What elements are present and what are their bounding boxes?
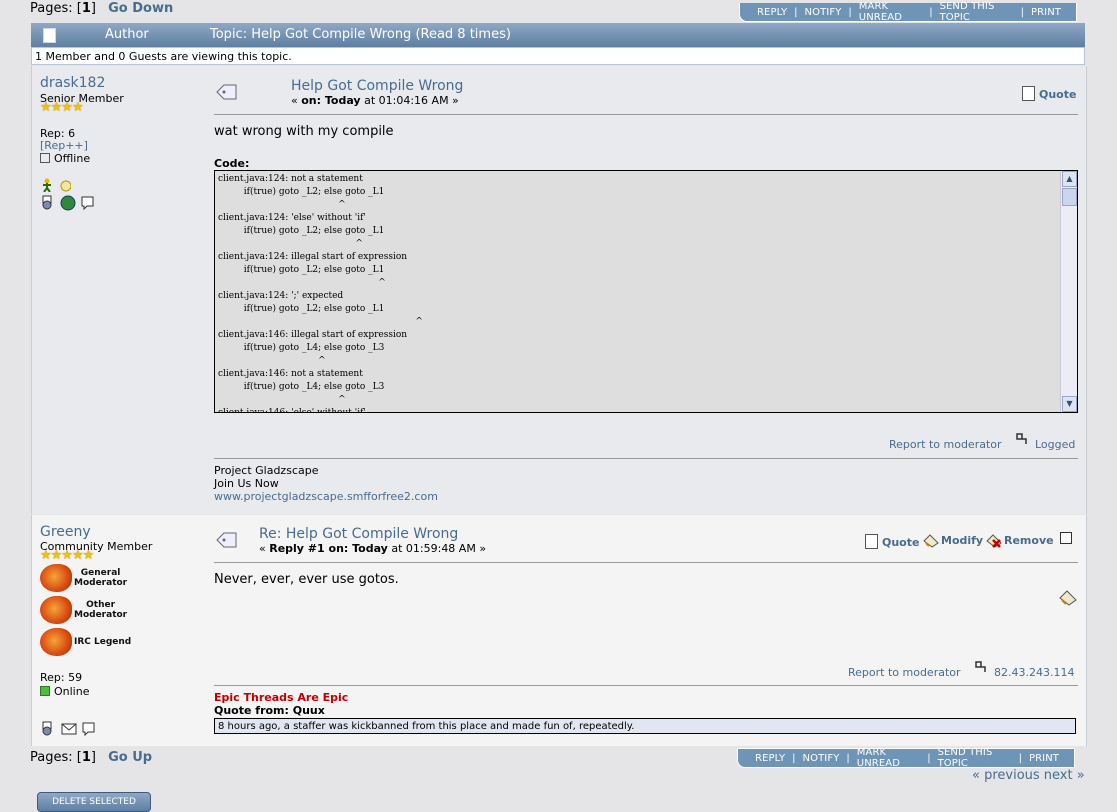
post-icon: [216, 84, 237, 100]
signature-line-1: Project Gladzscape: [214, 464, 319, 477]
quote-button[interactable]: Quote: [1022, 86, 1076, 101]
code-scrollbar[interactable]: ▲ ▼: [1060, 171, 1077, 412]
modified-icon: [1059, 590, 1077, 606]
online-status: Offline: [40, 152, 90, 165]
gender-male-icon: [43, 178, 71, 192]
ip-icon: [1016, 433, 1027, 444]
post-author-name[interactable]: drask182: [40, 75, 105, 91]
post-author-name[interactable]: Greeny: [40, 524, 91, 540]
post-title[interactable]: Help Got Compile Wrong: [291, 78, 463, 94]
quote-icon: [1022, 86, 1035, 101]
report-to-moderator-link[interactable]: Report to moderator: [889, 438, 1002, 451]
pages-close: ]: [90, 1, 96, 16]
signature-link[interactable]: www.projectgladzscape.smfforfree2.com: [214, 490, 438, 503]
post-icon: [216, 532, 237, 548]
reputation: Rep: 59: [40, 671, 83, 684]
signature-line-2: Join Us Now: [214, 477, 279, 490]
contact-icons[interactable]: [41, 195, 101, 211]
signature-quote-box: 8 hours ago, a staffer was kickbanned fr…: [214, 718, 1076, 734]
modify-icon: [923, 534, 939, 548]
print-button[interactable]: PRINT: [1022, 753, 1066, 764]
scroll-up-icon[interactable]: ▲: [1062, 171, 1077, 187]
badge-other-moderator: Other Moderator: [40, 596, 127, 624]
reply-button[interactable]: REPLY: [748, 753, 792, 764]
scroll-thumb[interactable]: [1062, 188, 1077, 206]
signature-divider: [214, 685, 1078, 686]
topic-buttons-top: REPLY | NOTIFY | MARK UNREAD | SEND THIS TO…: [739, 1, 1077, 23]
topic-title-header: Topic: Help Got Compile Wrong (Read 8 ti…: [210, 27, 511, 42]
notify-button[interactable]: NOTIFY: [796, 753, 847, 764]
current-page[interactable]: 1: [82, 750, 91, 765]
online-status: Online: [40, 685, 89, 698]
ip-icon: [975, 661, 986, 672]
signature-epic: Epic Threads Are Epic: [214, 691, 349, 704]
send-topic-button[interactable]: SEND THIS TOPIC: [931, 747, 1019, 769]
post-body: Never, ever, ever use gotos.: [214, 572, 399, 587]
rank-stars: ★★★★★: [40, 548, 94, 563]
post-title[interactable]: Re: Help Got Compile Wrong: [259, 526, 458, 542]
quote-icon: [865, 534, 878, 549]
pokemon-badge-icon: [40, 628, 72, 656]
signature-divider: [214, 458, 1078, 459]
pokemon-badge-icon: [40, 564, 72, 592]
badge-irc-legend: IRC Legend: [40, 628, 131, 656]
viewing-info: 1 Member and 0 Guests are viewing this t…: [31, 47, 1085, 65]
author-column-label: Author: [105, 27, 149, 42]
pages-label: Pages: [: [30, 1, 82, 16]
code-text: client.java:124: not a statement if(true…: [218, 174, 423, 413]
page-navigation-bottom: Pages: [1] Go Up: [30, 750, 152, 765]
online-icon: [40, 686, 50, 696]
current-page[interactable]: 1: [82, 1, 91, 16]
select-post-checkbox[interactable]: [1060, 532, 1072, 544]
divider: [214, 114, 1078, 115]
badge-general-moderator: General Moderator: [40, 564, 127, 592]
pages-label: Pages: [: [30, 750, 82, 765]
quote-button[interactable]: Quote: [865, 534, 919, 549]
topic-header-bar: Author Topic: Help Got Compile Wrong (Re…: [31, 23, 1085, 47]
offline-icon: [40, 153, 50, 163]
topic-doc-icon: [43, 28, 56, 43]
pokemon-badge-icon: [40, 596, 72, 624]
post-1: drask182 Senior Member ★★★★ Rep: 6 [Rep+…: [31, 66, 1087, 514]
previous-next-links[interactable]: « previous next »: [972, 768, 1085, 783]
contact-icons[interactable]: [41, 721, 101, 737]
remove-button[interactable]: Remove: [986, 534, 1054, 548]
ip-address: 82.43.243.114: [994, 666, 1075, 679]
logged-label: Logged: [1035, 438, 1076, 451]
rank-stars: ★★★★: [40, 100, 84, 115]
go-down-link[interactable]: Go Down: [108, 1, 173, 16]
print-button[interactable]: PRINT: [1024, 7, 1068, 18]
signature-quote-from: Quote from: Quux: [214, 704, 325, 717]
divider: [214, 562, 1078, 563]
topic-buttons-bottom: REPLY | NOTIFY | MARK UNREAD | SEND THIS TO…: [737, 747, 1075, 769]
post-meta: « Reply #1 on: Today at 01:59:48 AM »: [259, 542, 487, 555]
mark-unread-button[interactable]: MARK UNREAD: [850, 747, 927, 769]
scroll-down-icon[interactable]: ▼: [1062, 396, 1077, 412]
send-topic-button[interactable]: SEND THIS TOPIC: [933, 1, 1021, 23]
post-meta: « on: Today at 01:04:16 AM »: [291, 94, 459, 107]
notify-button[interactable]: NOTIFY: [798, 7, 849, 18]
remove-icon: [986, 534, 1002, 548]
post-body: wat wrong with my compile: [214, 124, 394, 139]
report-to-moderator-link[interactable]: Report to moderator: [848, 666, 961, 679]
pages-close: ]: [90, 750, 96, 765]
reply-button[interactable]: REPLY: [750, 7, 794, 18]
modify-button[interactable]: Modify: [923, 534, 983, 548]
code-label: Code:: [214, 157, 250, 170]
code-block[interactable]: client.java:124: not a statement if(true…: [214, 170, 1078, 413]
go-up-link[interactable]: Go Up: [108, 750, 152, 765]
delete-selected-button[interactable]: DELETE SELECTED: [37, 792, 151, 812]
mark-unread-button[interactable]: MARK UNREAD: [852, 1, 929, 23]
post-2: Greeny Community Member ★★★★★ General Mod…: [31, 515, 1087, 746]
rep-plus-link[interactable]: [Rep++]: [40, 139, 88, 152]
page-navigation-top: Pages: [1] Go Down: [30, 1, 173, 16]
